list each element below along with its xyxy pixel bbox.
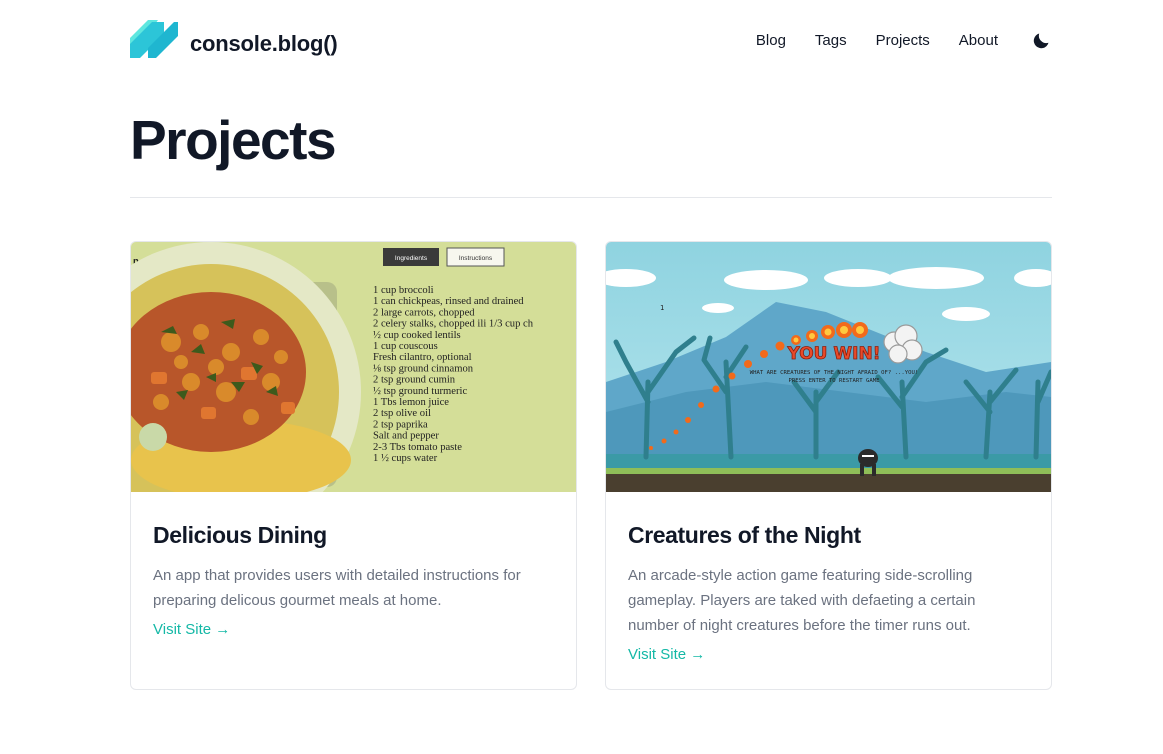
card-body: Creatures of the Night An arcade-style a… <box>606 521 1051 664</box>
project-title[interactable]: Delicious Dining <box>153 521 554 549</box>
site-header: console.blog() Blog Tags Projects About <box>130 20 1052 60</box>
project-title[interactable]: Creatures of the Night <box>628 521 1029 549</box>
moon-icon[interactable] <box>1032 30 1052 50</box>
project-description: An arcade-style action game featuring si… <box>628 567 976 634</box>
ingredient-item: 2 large carrots, chopped <box>373 307 475 318</box>
ingredient-item: 2 tsp olive oil <box>373 408 431 419</box>
logo-icon[interactable] <box>130 20 180 60</box>
ingredient-item: 1 cup broccoli <box>373 285 434 296</box>
visit-site-link[interactable]: Visit Site → <box>628 646 705 663</box>
ingredient-item: 1 Tbs lemon juice <box>373 397 449 408</box>
ingredient-item: 2 tsp paprika <box>373 419 428 430</box>
page-title: Projects <box>130 109 337 171</box>
ingredient-item: ½ cup cooked lentils <box>373 330 461 341</box>
game-subtext: WHAT ARE CREATURES OF THE NIGHT AFRAID O… <box>750 370 918 376</box>
hud-counter: 1 <box>660 304 664 312</box>
ingredient-item: 1 cup couscous <box>373 341 438 352</box>
ingredient-item: 2 tsp ground cumin <box>373 375 456 386</box>
project-screenshot-recipe[interactable]: n and lentil stew Ingredients Instructio… <box>131 242 576 492</box>
project-screenshot-game[interactable]: YOU WIN! WHAT ARE CREATURES OF THE NIGHT… <box>606 242 1051 492</box>
ingredient-item: 1 can chickpeas, rinsed and drained <box>373 296 524 307</box>
visit-site-link[interactable]: Visit Site → <box>153 621 230 638</box>
ingredient-item: ½ tsp ground turmeric <box>373 386 467 397</box>
ingredients-tab: Ingredients <box>395 255 428 262</box>
ingredient-item: 2-3 Tbs tomato paste <box>373 442 462 453</box>
ingredient-item: 2 celery stalks, chopped ili 1/3 cup ch <box>373 319 534 330</box>
nav-tags[interactable]: Tags <box>815 32 847 49</box>
instructions-tab: Instructions <box>459 255 493 262</box>
nav-about[interactable]: About <box>959 32 998 49</box>
project-card-delicious-dining: n and lentil stew Ingredients Instructio… <box>130 241 577 690</box>
project-card-creatures-of-the-night: YOU WIN! WHAT ARE CREATURES OF THE NIGHT… <box>605 241 1052 690</box>
main-nav: Blog Tags Projects About <box>727 30 1052 50</box>
nav-projects[interactable]: Projects <box>876 32 930 49</box>
nav-blog[interactable]: Blog <box>756 32 786 49</box>
card-body: Delicious Dining An app that provides us… <box>131 521 576 639</box>
ingredient-item: Salt and pepper <box>373 431 439 442</box>
project-description: An app that provides users with detailed… <box>153 567 521 609</box>
ingredient-item: ⅛ tsp ground cinnamon <box>373 363 474 374</box>
ingredient-item: 1 ½ cups water <box>373 453 438 464</box>
ingredient-item: Fresh cilantro, optional <box>373 352 472 363</box>
title-divider <box>130 197 1052 198</box>
win-text: YOU WIN! <box>787 344 881 364</box>
site-title[interactable]: console.blog() <box>190 31 338 57</box>
restart-text: PRESS ENTER TO RESTART GAME <box>789 378 881 384</box>
